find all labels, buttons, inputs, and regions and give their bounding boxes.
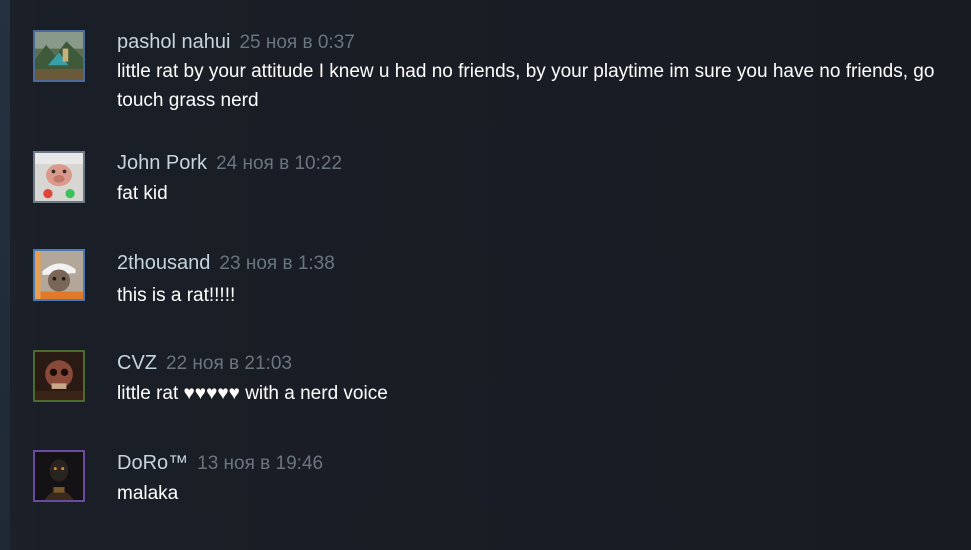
- comment-item: 2thousand 23 ноя в 1:38 this is a rat!!!!…: [0, 240, 971, 340]
- comment-timestamp: 24 ноя в 10:22: [216, 153, 343, 174]
- comment-item: DoRo™ 13 ноя в 19:46 malaka: [0, 440, 971, 550]
- comment-timestamp: 13 ноя в 19:46: [197, 453, 324, 474]
- comment-text: malaka: [117, 483, 179, 504]
- landscape-avatar-icon[interactable]: [33, 30, 85, 82]
- author-name[interactable]: pashol nahui: [117, 31, 230, 53]
- author-name[interactable]: CVZ: [117, 352, 157, 374]
- author-name[interactable]: DoRo™: [117, 452, 188, 474]
- dark-figure-avatar-icon[interactable]: [33, 450, 85, 502]
- comment-item: John Pork 24 ноя в 10:22 fat kid: [0, 140, 971, 240]
- comment-text: fat kid: [117, 183, 168, 204]
- comment-text: little rat ♥♥♥♥♥ with a nerd voice: [117, 383, 388, 404]
- person-cap-avatar-icon[interactable]: [33, 249, 85, 301]
- comment-text: little rat by your attitude I knew u had…: [117, 61, 935, 111]
- skull-avatar-icon[interactable]: [33, 350, 85, 402]
- comment-timestamp: 25 ноя в 0:37: [239, 32, 355, 53]
- comment-timestamp: 23 ноя в 1:38: [219, 253, 335, 274]
- comment-item: pashol nahui 25 ноя в 0:37 little rat by …: [0, 0, 971, 140]
- comment-timestamp: 22 ноя в 21:03: [166, 353, 292, 374]
- comment-item: CVZ 22 ноя в 21:03 little rat ♥♥♥♥♥ with …: [0, 340, 971, 440]
- pig-call-avatar-icon[interactable]: [33, 151, 85, 203]
- comment-text: this is a rat!!!!!: [117, 285, 236, 306]
- author-name[interactable]: John Pork: [117, 152, 207, 174]
- author-name[interactable]: 2thousand: [117, 252, 210, 274]
